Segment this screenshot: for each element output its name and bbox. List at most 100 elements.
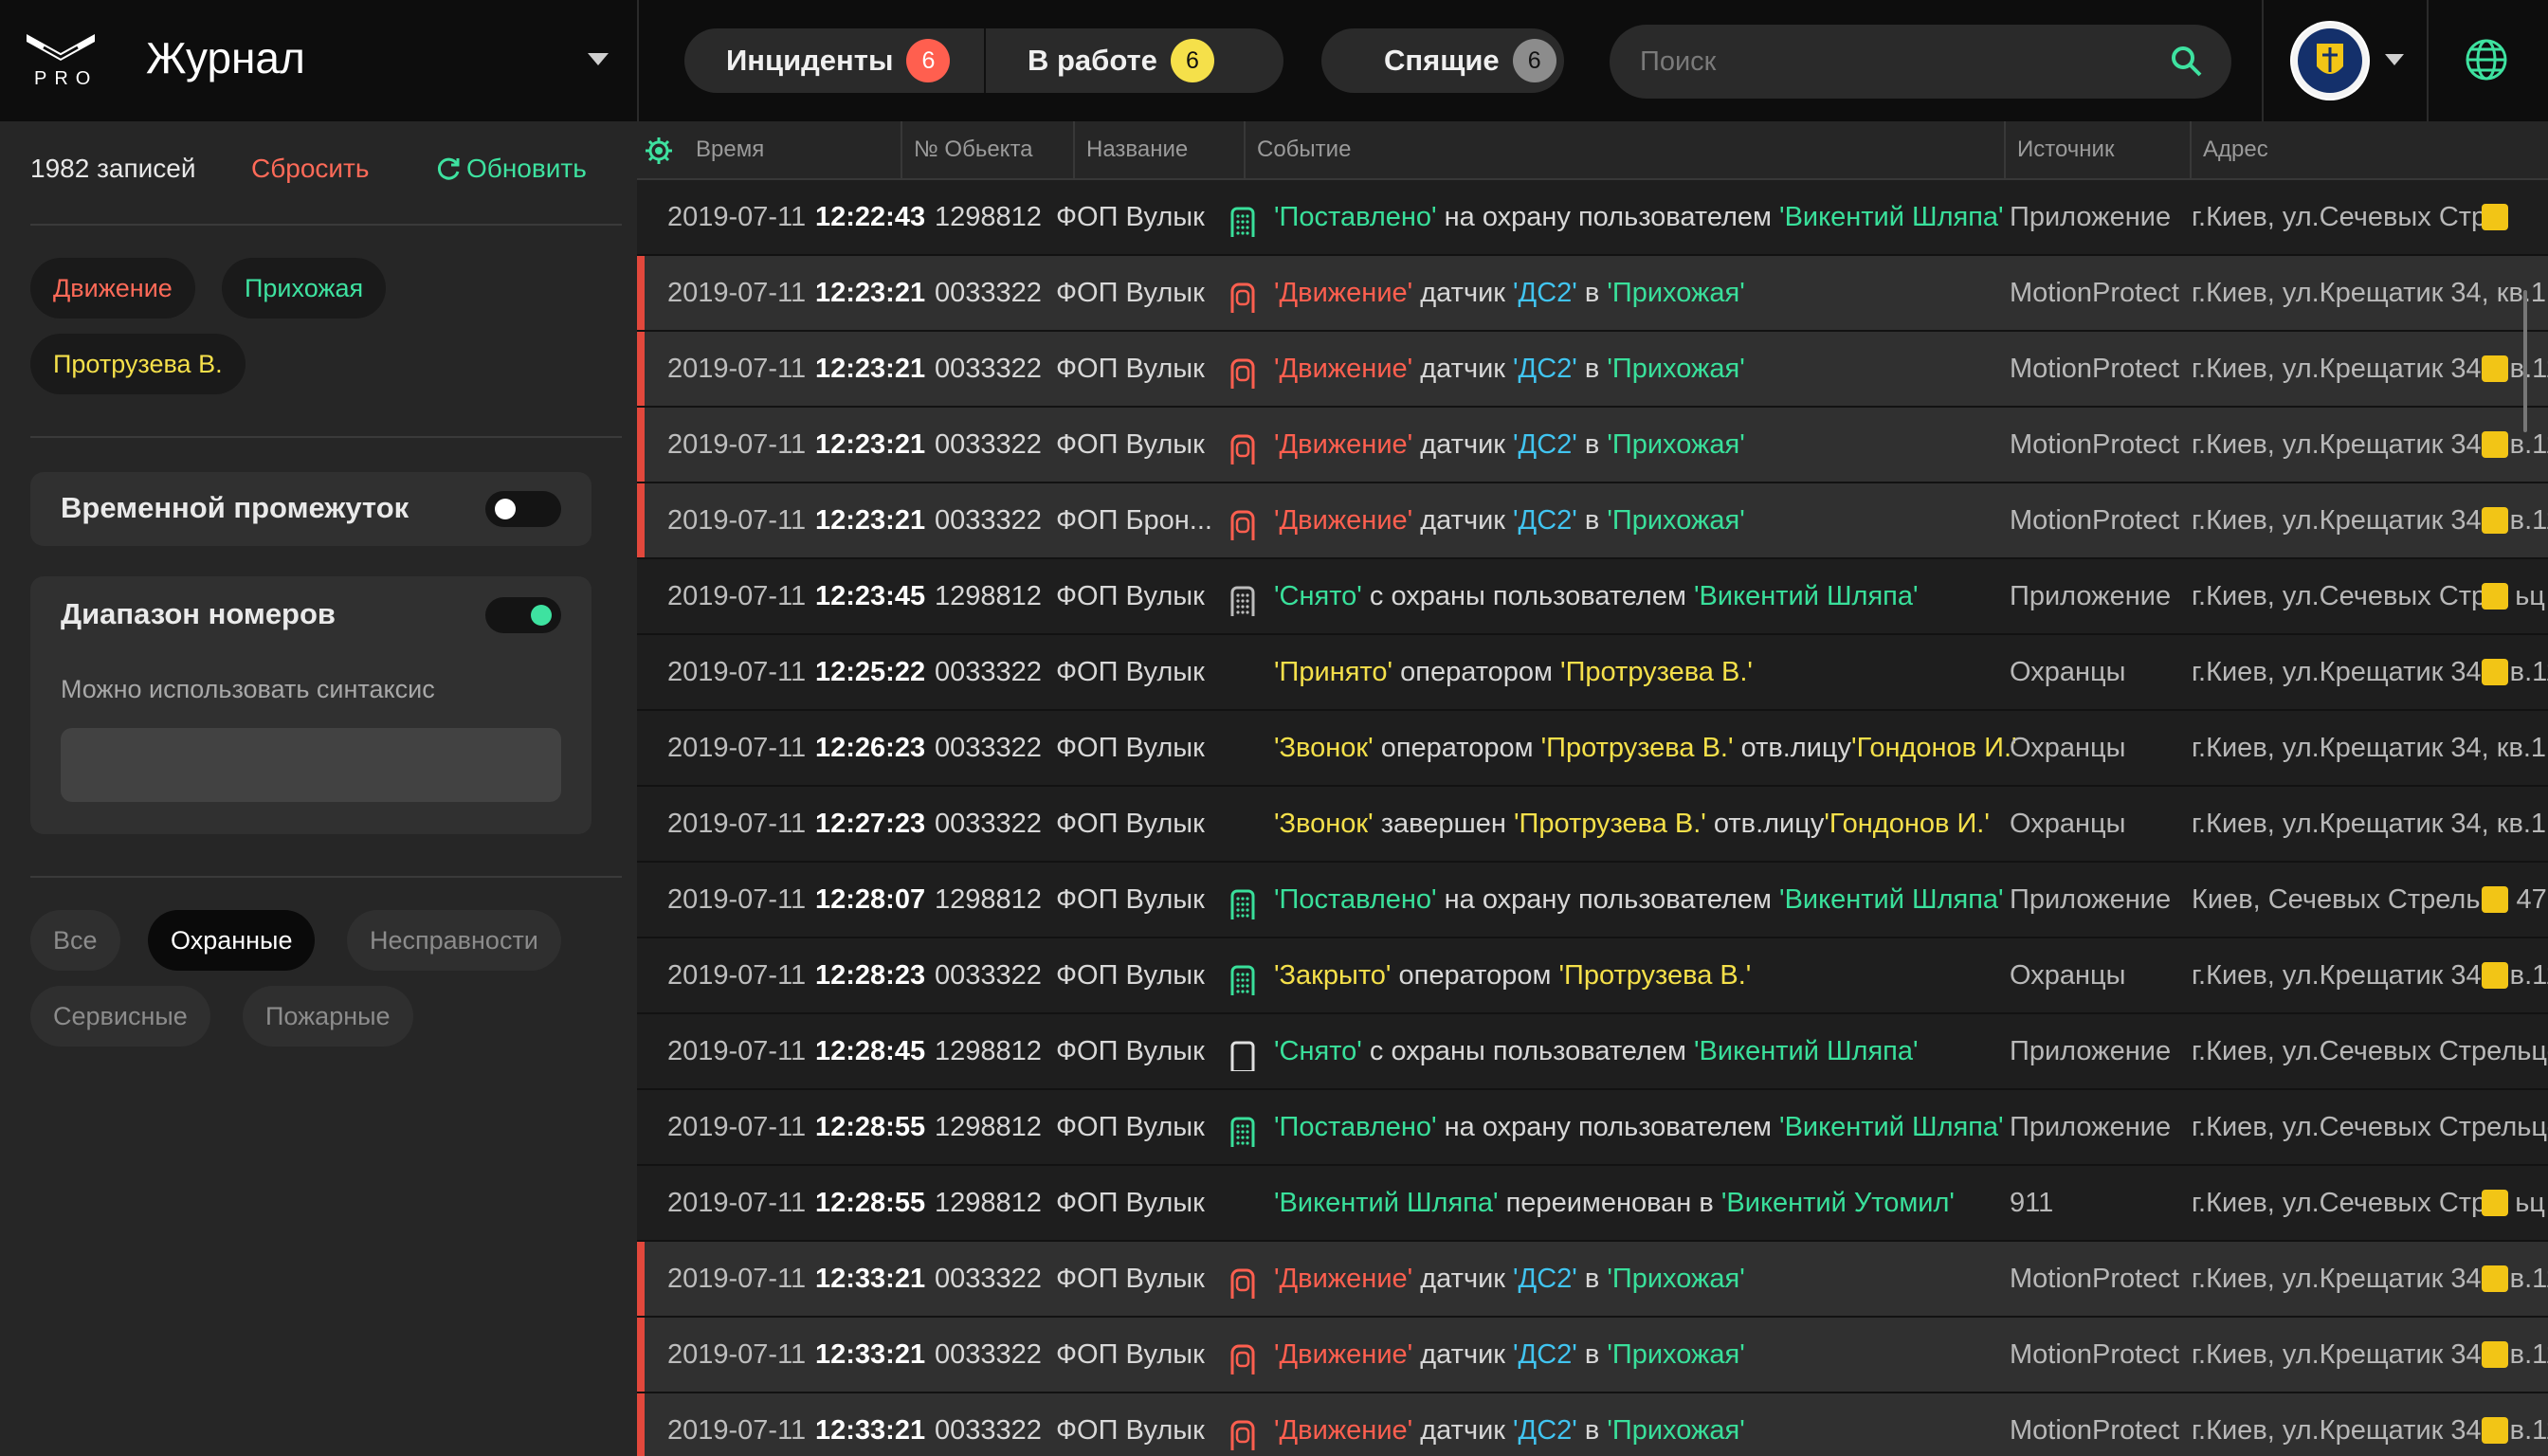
in-work-badge: 6 [1170, 39, 1214, 82]
object-address: г.Киев, ул.Крещатик 34, кв.1 [2192, 711, 2548, 785]
event-source: Охранцы [2010, 657, 2126, 687]
object-name: ФОП Вулык [1056, 429, 1205, 460]
chevron-down-icon[interactable] [588, 53, 609, 65]
sleeping-pill[interactable]: Спящие 6 [1321, 28, 1564, 93]
tab-malfunctions[interactable]: Несправности [347, 910, 561, 971]
tab-service[interactable]: Сервисные [30, 986, 210, 1046]
event-description: 'Закрыто' оператором 'Протрузева В.' [1274, 938, 2023, 1012]
filter-chip-operator[interactable]: Протрузева В. [30, 334, 246, 394]
event-segment: датчик [1412, 505, 1514, 536]
event-segment: 'ДС2' [1513, 1339, 1577, 1370]
table-row[interactable]: 2019-07-11 12:28:55 1298812 ФОП Вулык 'Викен… [637, 1166, 2548, 1242]
table-row[interactable]: 2019-07-11 12:33:21 0033322 ФОП Вулык 'Движе… [637, 1242, 2548, 1318]
event-source: MotionProtect [2010, 1339, 2179, 1370]
gear-icon[interactable] [645, 136, 673, 165]
event-segment: 'Прихожая' [1607, 354, 1745, 384]
note-icon[interactable] [2482, 1265, 2508, 1292]
event-time: 12:22:43 [815, 202, 926, 232]
object-address: г.Киев, ул.Крещатик 34, кв.1 [2192, 787, 2548, 861]
note-icon[interactable] [2482, 583, 2508, 610]
event-segment: 'Движение' [1274, 278, 1413, 308]
event-source: MotionProtect [2010, 1264, 2179, 1294]
table-row[interactable]: 2019-07-11 12:23:45 1298812 ФОП Вулык 'Снято… [637, 559, 2548, 635]
event-segment: 'Викентий Шляпа' [1274, 1188, 1499, 1218]
in-work-pill[interactable]: В работе 6 [1028, 28, 1214, 93]
table-row[interactable]: 2019-07-11 12:28:07 1298812 ФОП Вулык 'Поста… [637, 863, 2548, 938]
table-header: Время № Обьекта Название Событие Источни… [637, 121, 2548, 180]
address-text: г.Киев, ул.Крещатик 34 [2192, 1415, 2482, 1446]
col-time[interactable]: Время [684, 121, 912, 178]
object-name: ФОП Вулык [1056, 733, 1205, 763]
note-icon[interactable] [2482, 431, 2508, 458]
avatar[interactable] [2290, 21, 2370, 100]
col-object-number[interactable]: № Обьекта [901, 121, 1075, 178]
event-segment: в [1576, 278, 1608, 308]
event-date: 2019-07-11 [667, 809, 807, 839]
table-row[interactable]: 2019-07-11 12:23:21 0033322 ФОП Вулык 'Движе… [637, 256, 2548, 332]
col-source[interactable]: Источник [2004, 121, 2190, 178]
incidents-pill[interactable]: Инциденты 6 [726, 28, 951, 93]
object-number: 1298812 [935, 581, 1042, 611]
table-row[interactable]: 2019-07-11 12:28:55 1298812 ФОП Вулык 'Поста… [637, 1090, 2548, 1166]
address-tail: в.11 [2509, 1415, 2548, 1446]
note-icon[interactable] [2482, 962, 2508, 989]
col-address[interactable]: Адрес [2190, 121, 2548, 178]
search-icon[interactable] [2169, 44, 2205, 80]
address-text: г.Киев, ул.Крещатик 34 [2192, 1339, 2482, 1370]
filter-chip-hallway[interactable]: Прихожая [222, 258, 387, 318]
address-text: г.Киев, ул.Крещатик 34 [2192, 960, 2482, 991]
col-event[interactable]: Событие [1244, 121, 2021, 178]
event-source: Приложение [2010, 884, 2172, 915]
filter-chip-motion[interactable]: Движение [30, 258, 195, 318]
event-segment: 'Гондонов И.' [1851, 733, 2017, 763]
note-icon[interactable] [2482, 886, 2508, 913]
table-row[interactable]: 2019-07-11 12:26:23 0033322 ФОП Вулык 'Звоно… [637, 711, 2548, 787]
address-text: г.Киев, ул.Сечевых Стрельцо [2192, 1036, 2548, 1066]
note-icon[interactable] [2482, 1417, 2508, 1444]
object-name: ФОП Вулык [1056, 1188, 1205, 1218]
scrollbar[interactable] [2523, 290, 2527, 432]
table-row[interactable]: 2019-07-11 12:23:21 0033322 ФОП Вулык 'Движе… [637, 332, 2548, 408]
tab-security[interactable]: Охранные [148, 910, 316, 971]
table-row[interactable]: 2019-07-11 12:25:22 0033322 ФОП Вулык 'Приня… [637, 635, 2548, 711]
event-segment: на охрану пользователем [1436, 884, 1780, 915]
col-name[interactable]: Название [1073, 121, 1244, 178]
motion-icon [1229, 351, 1256, 389]
table-row[interactable]: 2019-07-11 12:28:45 1298812 ФОП Вулык 'Снято… [637, 1014, 2548, 1090]
time-range-card: Временной промежуток [30, 472, 592, 546]
globe-icon[interactable] [2465, 38, 2508, 82]
tab-all[interactable]: Все [30, 910, 120, 971]
table-row[interactable]: 2019-07-11 12:23:21 0033322 ФОП Брон... 'Дви… [637, 483, 2548, 559]
event-segment: 'Звонок' [1274, 733, 1374, 763]
table-row[interactable]: 2019-07-11 12:28:23 0033322 ФОП Вулык 'Закры… [637, 938, 2548, 1014]
object-number: 1298812 [935, 884, 1042, 915]
note-icon[interactable] [2482, 204, 2508, 230]
table-row[interactable]: 2019-07-11 12:23:21 0033322 ФОП Вулык 'Движе… [637, 408, 2548, 483]
event-description: 'Движение' датчик 'ДС2' в 'Прихожая' [1274, 408, 2023, 482]
event-description: 'Движение' датчик 'ДС2' в 'Прихожая' [1274, 332, 2023, 406]
note-icon[interactable] [2482, 355, 2508, 382]
number-range-input[interactable] [61, 728, 561, 802]
table-row[interactable]: 2019-07-11 12:22:43 1298812 ФОП Вулык 'Поста… [637, 180, 2548, 256]
number-range-toggle[interactable] [485, 597, 561, 633]
object-name: ФОП Вулык [1056, 202, 1205, 232]
time-range-toggle[interactable] [485, 491, 561, 527]
note-icon[interactable] [2482, 1190, 2508, 1216]
event-segment: отв.лицу [1705, 809, 1825, 839]
search-input[interactable] [1640, 25, 2152, 99]
note-icon[interactable] [2482, 1341, 2508, 1368]
event-segment: датчик [1412, 1415, 1514, 1446]
table-row[interactable]: 2019-07-11 12:27:23 0033322 ФОП Вулык 'Звоно… [637, 787, 2548, 863]
event-segment: 'Протрузева В.' [1513, 809, 1706, 839]
note-icon[interactable] [2482, 659, 2508, 685]
table-row[interactable]: 2019-07-11 12:33:21 0033322 ФОП Вулык 'Движе… [637, 1318, 2548, 1393]
address-tail: ьц [2515, 581, 2545, 611]
refresh-button[interactable]: Обновить [434, 154, 587, 184]
table-row[interactable]: 2019-07-11 12:33:21 0033322 ФОП Вулык 'Движе… [637, 1393, 2548, 1456]
reset-button[interactable]: Сбросить [251, 154, 369, 184]
tab-fire[interactable]: Пожарные [243, 986, 413, 1046]
event-segment: 'Принято' [1274, 657, 1393, 687]
note-icon[interactable] [2482, 507, 2508, 534]
address-text: г.Киев, ул.Крещатик 34, кв.1 [2192, 278, 2547, 308]
chevron-down-icon[interactable] [2385, 54, 2404, 65]
